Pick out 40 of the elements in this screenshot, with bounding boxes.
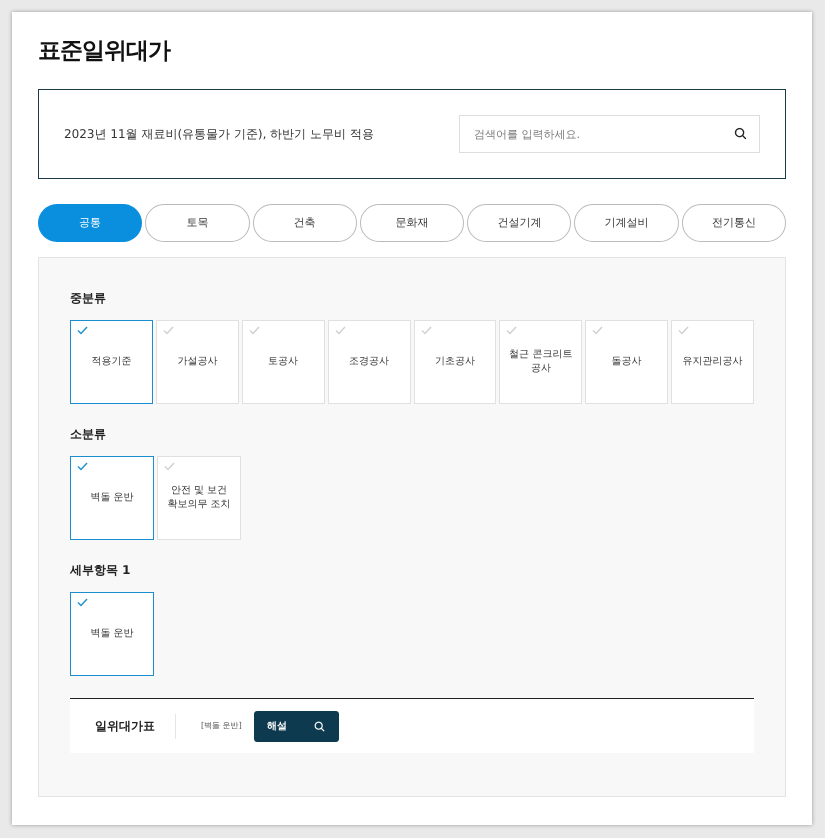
notice-text: 2023년 11월 재료비(유통물가 기준), 하반기 노무비 적용: [64, 126, 374, 143]
category-tab[interactable]: 기계설비: [574, 204, 679, 242]
option-card[interactable]: 기초공사: [414, 320, 496, 404]
selected-item-label: [벽돌 운반]: [201, 720, 242, 732]
check-icon: [592, 326, 604, 335]
option-card[interactable]: 가설공사: [156, 320, 239, 404]
option-card[interactable]: 유지관리공사: [671, 320, 754, 404]
check-icon: [164, 462, 175, 471]
explanation-button[interactable]: 해설: [254, 710, 339, 742]
check-icon: [77, 598, 88, 607]
option-card[interactable]: 조경공사: [328, 320, 410, 404]
check-icon: [678, 326, 690, 335]
group-title: 중분류: [70, 290, 107, 306]
option-card[interactable]: 벽돌 운반: [70, 592, 154, 676]
option-card[interactable]: 철근 콘크리트 공사: [499, 320, 582, 404]
check-icon: [77, 326, 88, 335]
page-title: 표준일위대가: [38, 37, 172, 66]
category-tab[interactable]: 건설기계: [467, 204, 572, 242]
category-tab[interactable]: 전기통신: [682, 204, 786, 242]
option-card[interactable]: 돌공사: [585, 320, 668, 404]
check-icon: [506, 326, 518, 335]
search-icon: [312, 720, 326, 732]
group-title: 세부항목 1: [70, 562, 132, 578]
category-tab[interactable]: 공통: [38, 204, 142, 242]
result-title: 일위대가표: [95, 718, 156, 735]
check-icon: [162, 326, 174, 335]
search-field[interactable]: 검색어를 입력하세요.: [459, 115, 760, 153]
option-card[interactable]: 안전 및 보건 확보의무 조치: [157, 456, 241, 540]
check-icon: [77, 462, 88, 471]
option-card[interactable]: 적용기준: [70, 320, 153, 404]
category-tab[interactable]: 문화재: [360, 204, 464, 242]
option-card[interactable]: 토공사: [242, 320, 325, 404]
search-icon: [733, 126, 748, 141]
option-card[interactable]: 벽돌 운반: [70, 456, 154, 540]
group-title: 소분류: [70, 426, 107, 442]
check-icon: [248, 326, 260, 335]
category-tab[interactable]: 건축: [252, 204, 357, 242]
check-icon: [420, 326, 432, 335]
category-tab[interactable]: 토목: [145, 204, 250, 242]
check-icon: [334, 326, 346, 335]
